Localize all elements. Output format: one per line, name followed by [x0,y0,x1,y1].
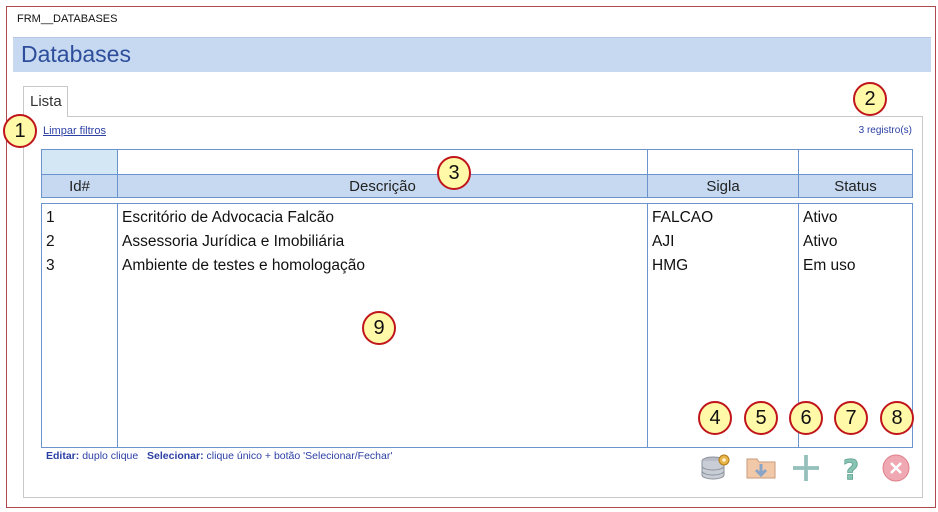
record-count: 3 registro(s) [858,125,912,136]
data-grid[interactable]: 1 2 3 Escritório de Advocacia Falcão Ass… [41,203,913,448]
table-cell[interactable]: Escritório de Advocacia Falcão [118,206,647,230]
database-settings-button[interactable] [699,452,731,484]
table-cell[interactable]: AJI [648,230,798,254]
folder-export-icon [746,458,776,479]
add-button[interactable] [790,452,822,484]
table-cell[interactable]: 2 [42,230,117,254]
close-button[interactable] [880,452,912,484]
hint-edit-label: Editar: [46,450,80,462]
table-cell[interactable]: 3 [42,254,117,278]
filter-row [41,149,913,175]
table-cell[interactable]: Ativo [799,206,912,230]
callout-6: 6 [789,401,823,435]
table-cell[interactable]: FALCAO [648,206,798,230]
filter-status[interactable] [799,150,912,174]
table-cell[interactable]: Ativo [799,230,912,254]
help-button[interactable]: ? [835,452,867,487]
hint-select-label: Selecionar: [147,450,204,462]
usage-hint: Editar: duplo clique Selecionar: clique … [46,450,392,462]
filter-sigla[interactable] [648,150,799,174]
column-header-id[interactable]: Id# [42,175,118,197]
callout-7: 7 [834,401,868,435]
form-name: FRM__DATABASES [17,13,118,25]
page-title: Databases [21,41,131,67]
column-id: 1 2 3 [42,204,118,447]
table-cell[interactable]: HMG [648,254,798,278]
hint-edit-text: duplo clique [82,450,139,462]
filter-id[interactable] [42,150,118,174]
table-cell[interactable]: 1 [42,206,117,230]
tab-lista-label: Lista [30,93,62,110]
table-cell[interactable]: Ambiente de testes e homologação [118,254,647,278]
help-icon: ? [842,453,859,487]
svg-text:?: ? [843,453,859,484]
callout-5: 5 [744,401,778,435]
plus-icon [793,455,819,481]
callout-8: 8 [880,401,914,435]
callout-2: 2 [853,82,887,116]
column-header-descricao[interactable]: Descrição [118,175,648,197]
export-button[interactable] [745,452,777,484]
column-header-sigla[interactable]: Sigla [648,175,799,197]
hint-select-text: clique único + botão 'Selecionar/Fechar' [206,450,393,462]
column-header-status[interactable]: Status [799,175,912,197]
table-cell[interactable]: Em uso [799,254,912,278]
grid-header: Id# Descrição Sigla Status [41,174,913,198]
filter-descricao[interactable] [118,150,648,174]
callout-3: 3 [437,156,471,190]
database-settings-icon [701,454,730,480]
callout-1: 1 [3,114,37,148]
callout-9: 9 [362,311,396,345]
title-bar: Databases [13,37,931,72]
table-cell[interactable]: Assessoria Jurídica e Imobiliária [118,230,647,254]
tab-lista[interactable]: Lista [23,86,68,117]
close-circle-icon [882,454,910,482]
clear-filters-link[interactable]: Limpar filtros [43,125,106,137]
callout-4: 4 [698,401,732,435]
